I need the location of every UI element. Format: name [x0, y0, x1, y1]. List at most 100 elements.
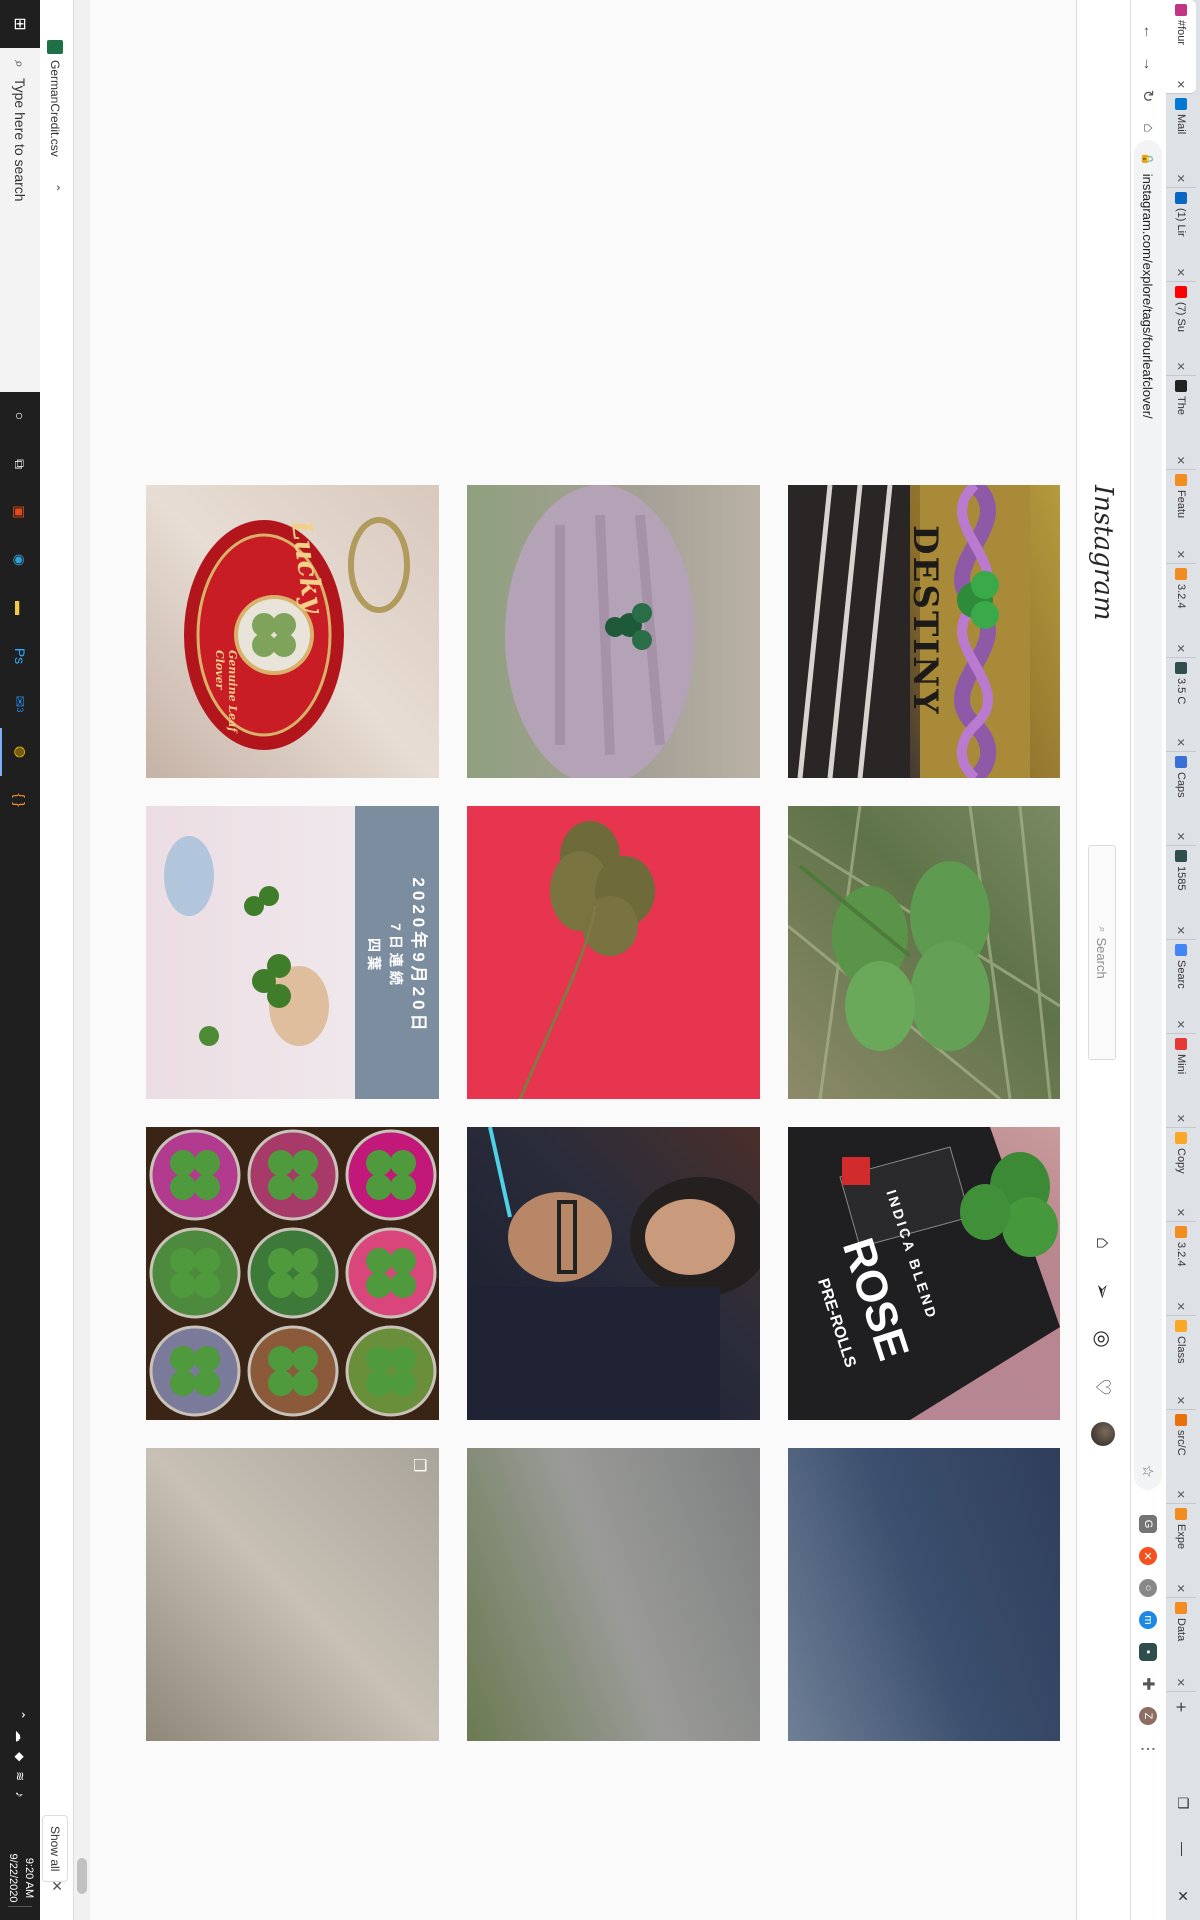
show-all-button[interactable]: Show all	[42, 1815, 68, 1883]
close-window-button[interactable]: ✕	[1166, 1872, 1200, 1920]
tab-14[interactable]: Class ✕	[1166, 1316, 1196, 1410]
post-tile-red-clover[interactable]	[467, 806, 760, 1099]
search-input[interactable]: ⌕ Search	[1088, 845, 1116, 1060]
tab-16[interactable]: Expe ✕	[1166, 1504, 1196, 1598]
instagram-logo[interactable]: Instagram	[1088, 485, 1118, 621]
profile-avatar[interactable]: Z	[1139, 1707, 1157, 1725]
tab-close-icon[interactable]: ✕	[1175, 1020, 1188, 1029]
tray-chevron-icon[interactable]: ⌃	[13, 1710, 27, 1720]
photoshop-icon[interactable]: Ps	[0, 632, 40, 680]
reload-icon[interactable]: ↻	[1133, 80, 1165, 112]
tab-2[interactable]: (1) Lir ✕	[1166, 188, 1196, 282]
restore-button[interactable]: ❐	[1166, 1780, 1200, 1826]
tray-volume-icon[interactable]: ♪	[13, 1791, 27, 1797]
tab-close-icon[interactable]: ✕	[1175, 926, 1188, 935]
file-explorer-icon[interactable]: ▬	[0, 584, 40, 632]
download-item[interactable]: GermanCredit.csv ⌃	[47, 40, 64, 193]
tab-close-icon[interactable]: ✕	[1175, 456, 1188, 465]
close-downloads-icon[interactable]: ✕	[48, 1880, 65, 1892]
post-tile-clover-grass[interactable]	[788, 806, 1060, 1099]
tray-cloud-icon[interactable]: ☁	[13, 1730, 27, 1742]
tab-close-icon[interactable]: ✕	[1175, 1114, 1188, 1123]
tab-15[interactable]: src/C ✕	[1166, 1410, 1196, 1504]
tab-8[interactable]: Caps ✕	[1166, 752, 1196, 846]
tab-3[interactable]: (7) Su ✕	[1166, 282, 1196, 376]
tab-close-icon[interactable]: ✕	[1175, 80, 1188, 89]
outlook-icon[interactable]: ✉ 3	[0, 680, 40, 728]
scrollbar-thumb[interactable]	[77, 1858, 87, 1894]
tray-dropbox-icon[interactable]: ◆	[13, 1752, 27, 1761]
tab-close-icon[interactable]: ✕	[1175, 644, 1188, 653]
task-view-icon[interactable]: ⧉	[0, 440, 40, 488]
taskbar-search[interactable]: ⌕ Type here to search	[0, 48, 40, 392]
brackets-icon[interactable]: { }	[0, 776, 40, 824]
back-icon[interactable]: ←	[1133, 16, 1165, 48]
post-tile-partial-3[interactable]: ❐	[146, 1448, 439, 1741]
minimize-button[interactable]: —	[1166, 1826, 1200, 1872]
jp-line-1: 2020年9月20日	[409, 877, 428, 1035]
tab-4[interactable]: The ✕	[1166, 376, 1196, 470]
extension-blue-icon[interactable]: m	[1139, 1611, 1157, 1629]
extensions-puzzle-icon[interactable]: ✚	[1139, 1675, 1157, 1693]
extension-dark-icon[interactable]: ▪	[1139, 1643, 1157, 1661]
post-tile-japanese-clover[interactable]: 2020年9月20日 7日連続 四葉	[146, 806, 439, 1099]
direct-message-icon[interactable]: ➢	[1090, 1278, 1116, 1304]
tab-close-icon[interactable]: ✕	[1175, 832, 1188, 841]
tab-close-icon[interactable]: ✕	[1175, 174, 1188, 183]
mail-badge: 3	[15, 707, 25, 713]
edge-icon[interactable]: ◉	[0, 536, 40, 584]
post-tile-hand-clover[interactable]	[467, 485, 760, 778]
activity-heart-icon[interactable]: ♡	[1090, 1374, 1116, 1400]
tab-close-icon[interactable]: ✕	[1175, 738, 1188, 747]
tab-1[interactable]: Mail ✕	[1166, 94, 1196, 188]
menu-icon[interactable]: ⋮	[1139, 1740, 1157, 1758]
instagram-header: Instagram ⌕ Search ⌂ ➢ ◎ ♡	[1076, 0, 1130, 1920]
explore-compass-icon[interactable]: ◎	[1090, 1326, 1116, 1352]
tab-favicon-icon	[1175, 474, 1187, 486]
tab-10[interactable]: Searc ✕	[1166, 940, 1196, 1034]
horizontal-scrollbar[interactable]	[74, 0, 90, 1920]
profile-avatar-icon[interactable]	[1091, 1422, 1115, 1446]
extension-circle-icon[interactable]: ○	[1139, 1579, 1157, 1597]
show-desktop-button[interactable]	[8, 1906, 32, 1916]
tab-7[interactable]: 3.5 C ✕	[1166, 658, 1196, 752]
star-icon[interactable]: ☆	[1139, 1465, 1157, 1478]
tab-close-icon[interactable]: ✕	[1175, 1396, 1188, 1405]
tab-6[interactable]: 3.2.4 ✕	[1166, 564, 1196, 658]
tab-close-icon[interactable]: ✕	[1175, 1490, 1188, 1499]
tab-17[interactable]: Data ✕	[1166, 1598, 1196, 1692]
tab-close-icon[interactable]: ✕	[1175, 1302, 1188, 1311]
tab-12[interactable]: Copy ✕	[1166, 1128, 1196, 1222]
chrome-icon[interactable]: ◍	[0, 728, 40, 776]
start-windows-icon[interactable]: ⊞	[0, 0, 40, 48]
tab-close-icon[interactable]: ✕	[1175, 550, 1188, 559]
office-icon[interactable]: ▣	[0, 488, 40, 536]
new-tab-button[interactable]: +	[1166, 1692, 1196, 1722]
tab-close-icon[interactable]: ✕	[1175, 268, 1188, 277]
forward-icon[interactable]: →	[1133, 48, 1165, 80]
post-tile-clover-resin-collage[interactable]	[146, 1127, 439, 1420]
home-nav-icon[interactable]: ⌂	[1090, 1230, 1116, 1256]
extension-orange-icon[interactable]: ✕	[1139, 1547, 1157, 1565]
post-tile-partial-2[interactable]	[467, 1448, 760, 1741]
address-bar[interactable]: 🔒 instagram.com/explore/tags/fourleafclo…	[1134, 140, 1162, 1490]
tab-13[interactable]: 3.2.4 ✕	[1166, 1222, 1196, 1316]
post-tile-couple[interactable]	[467, 1127, 760, 1420]
tab-0[interactable]: #four ✕	[1166, 0, 1196, 94]
tab-close-icon[interactable]: ✕	[1175, 1208, 1188, 1217]
cortana-icon[interactable]: ○	[0, 392, 40, 440]
taskbar-search-icon: ⌕	[12, 60, 29, 68]
post-tile-partial-1[interactable]	[788, 1448, 1060, 1741]
post-tile-destiny[interactable]: DESTINY	[788, 485, 1060, 778]
tab-close-icon[interactable]: ✕	[1175, 1584, 1188, 1593]
extension-grammarly-icon[interactable]: G	[1139, 1515, 1157, 1533]
tab-close-icon[interactable]: ✕	[1175, 1678, 1188, 1687]
tray-network-icon[interactable]: ≋	[13, 1771, 27, 1781]
download-chevron-icon[interactable]: ⌃	[49, 183, 63, 193]
post-tile-rose-prerolls[interactable]: INDICA BLEND ROSE PRE-ROLLS	[788, 1127, 1060, 1420]
tab-9[interactable]: 1585 ✕	[1166, 846, 1196, 940]
tab-5[interactable]: Featu ✕	[1166, 470, 1196, 564]
tab-11[interactable]: Mini ✕	[1166, 1034, 1196, 1128]
tab-close-icon[interactable]: ✕	[1175, 362, 1188, 371]
post-tile-lucky-keychain[interactable]: Lucky Genuine Leaf Clover	[146, 485, 439, 778]
